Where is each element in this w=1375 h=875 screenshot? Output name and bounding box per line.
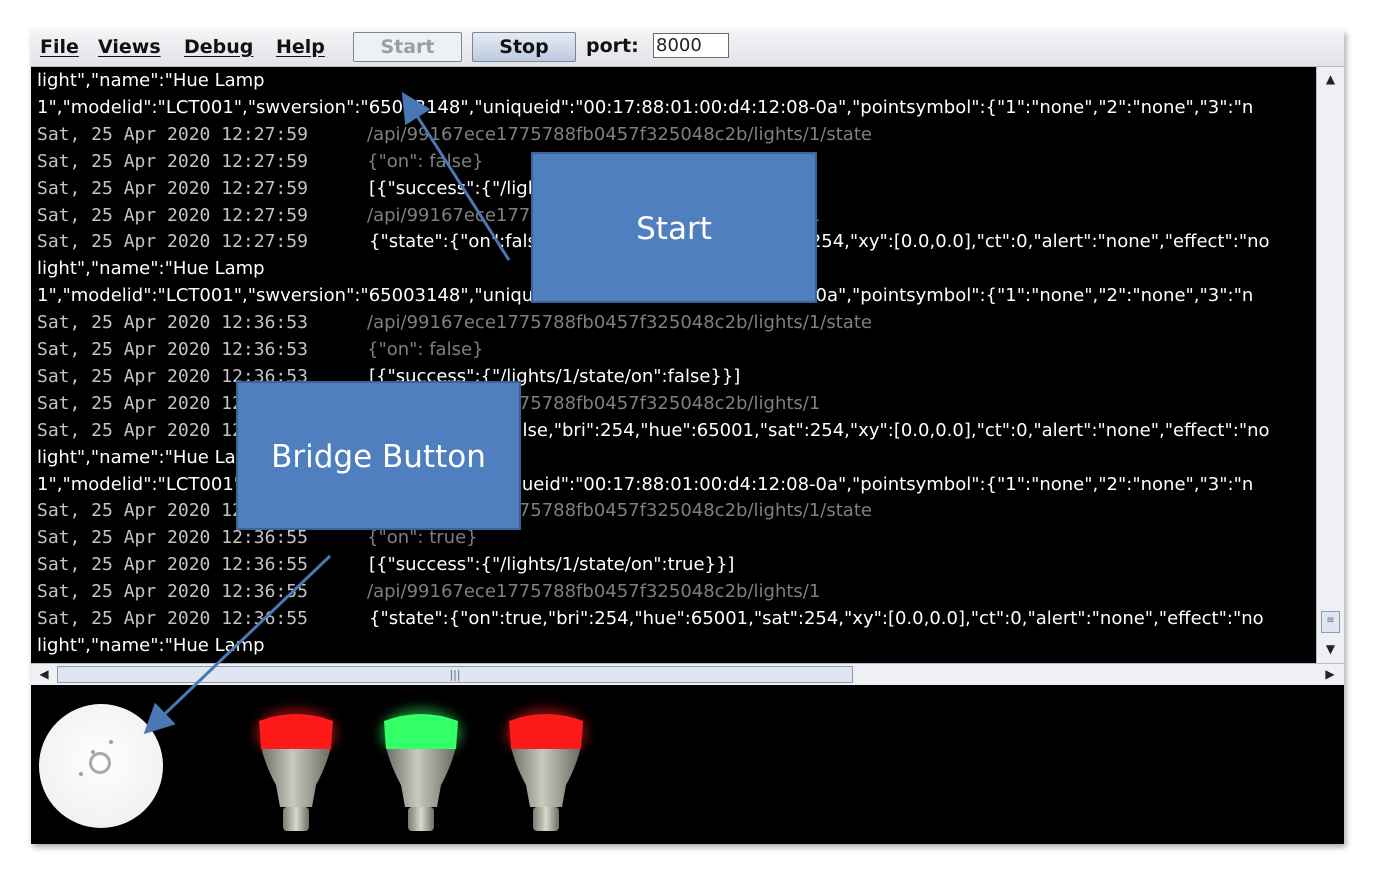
log-line: Sat, 25 Apr 2020 12:36:53 {"state":{"on":… <box>37 419 1316 443</box>
log-line: Sat, 25 Apr 2020 12:36:55 {"on": true} <box>37 526 1316 550</box>
bulb-top <box>509 714 583 749</box>
log-timestamp: Sat, 25 Apr 2020 12:27:59 <box>37 150 308 172</box>
log-text: light","name":"Hue Lamp <box>37 70 265 91</box>
log-line: Sat, 25 Apr 2020 12:36:55 [{"success":{"/… <box>37 553 1316 577</box>
log-line: Sat, 25 Apr 2020 12:36:53/api/99167ece17… <box>37 311 1316 335</box>
log-line: Sat, 25 Apr 2020 12:36:53/api/99167ece17… <box>37 392 1316 416</box>
horizontal-scrollbar[interactable]: ◀ ||| ▶ <box>31 663 1344 685</box>
device-scene <box>31 685 1344 844</box>
log-text: 1","modelid":"LCT001","swversion":"65003… <box>37 96 1254 118</box>
log-timestamp: Sat, 25 Apr 2020 12:36:53 <box>37 312 308 334</box>
bulbs-layer <box>256 709 586 831</box>
log-request: {"on": false} <box>367 339 484 360</box>
log-text: light","name":"Hue Lamp <box>37 258 265 280</box>
log-line: Sat, 25 Apr 2020 12:36:53 [{"success":{"/… <box>37 365 1316 389</box>
scroll-right-icon[interactable]: ▶ <box>1320 665 1340 684</box>
log-line: Sat, 25 Apr 2020 12:36:55/api/99167ece17… <box>37 499 1316 523</box>
hue-bulb <box>256 709 336 831</box>
bridge-callout: Bridge Button <box>236 381 521 530</box>
log-request: /api/99167ece1775788fb0457f325048c2b/lig… <box>367 123 872 145</box>
log-text: 1","modelid":"LCT001","swversion":"65003… <box>37 473 1254 495</box>
menu-file[interactable]: File <box>40 36 79 58</box>
log-text: light","name":"Hue Lamp <box>37 634 265 656</box>
log-line: light","name":"Hue Lamp <box>37 446 1316 470</box>
bulb-body <box>511 747 581 807</box>
log-timestamp: Sat, 25 Apr 2020 12:27:59 <box>37 177 308 199</box>
log-request: /api/99167ece1775788fb0457f325048c2b/lig… <box>367 581 821 603</box>
log-timestamp: Sat, 25 Apr 2020 12:36:55 <box>37 554 308 576</box>
horizontal-scroll-thumb[interactable]: ||| <box>57 666 853 683</box>
log-line: Sat, 25 Apr 2020 12:27:59/api/99167ece17… <box>37 123 1316 147</box>
bulb-base <box>408 807 434 831</box>
log-timestamp: Sat, 25 Apr 2020 12:27:59 <box>37 123 308 145</box>
log-timestamp: Sat, 25 Apr 2020 12:36:53 <box>37 339 308 360</box>
port-input[interactable] <box>653 33 729 58</box>
log-text: light","name":"Hue Lamp <box>37 446 265 468</box>
vertical-scroll-thumb[interactable]: ≡ <box>1321 611 1340 633</box>
log-line: light","name":"Hue Lamp <box>37 634 1316 658</box>
scroll-up-icon[interactable]: ▲ <box>1321 70 1340 89</box>
start-button[interactable]: Start <box>353 32 462 62</box>
log-timestamp: Sat, 25 Apr 2020 12:27:59 <box>37 204 308 226</box>
bulb-base <box>283 807 309 831</box>
log-request: /api/99167ece1775788fb0457f325048c2b/lig… <box>367 312 872 334</box>
bulb-base <box>533 807 559 831</box>
log-line: Sat, 25 Apr 2020 12:36:55/api/99167ece17… <box>37 580 1316 604</box>
log-timestamp: Sat, 25 Apr 2020 12:36:55 <box>37 581 308 603</box>
log-response: {"state":{"on":true,"bri":254,"hue":6500… <box>369 608 1264 629</box>
vertical-scrollbar[interactable]: ▲ ≡ ▼ <box>1316 67 1344 663</box>
stop-button[interactable]: Stop <box>472 32 576 62</box>
start-callout: Start <box>531 152 817 303</box>
bulb-top <box>384 714 458 749</box>
scroll-left-icon[interactable]: ◀ <box>34 665 54 684</box>
menu-help[interactable]: Help <box>276 36 325 58</box>
log-line: 1","modelid":"LCT001","swversion":"65003… <box>37 473 1316 497</box>
hue-bulb <box>506 709 586 831</box>
log-request: {"on": false} <box>367 150 484 172</box>
hue-bulb <box>381 709 461 831</box>
log-timestamp: Sat, 25 Apr 2020 12:36:55 <box>37 608 308 629</box>
bulb-body <box>386 747 456 807</box>
port-label: port: <box>586 35 639 57</box>
log-line: Sat, 25 Apr 2020 12:36:55 {"state":{"on":… <box>37 607 1316 631</box>
scroll-down-icon[interactable]: ▼ <box>1321 640 1340 659</box>
log-line: 1","modelid":"LCT001","swversion":"65003… <box>37 96 1316 120</box>
bulb-body <box>261 747 331 807</box>
log-line: light","name":"Hue Lamp <box>37 69 1316 93</box>
log-response: [{"success":{"/lights/1/state/on":true}}… <box>369 554 735 576</box>
bulb-top <box>259 714 333 749</box>
menu-views[interactable]: Views <box>98 36 161 58</box>
log-timestamp: Sat, 25 Apr 2020 12:27:59 <box>37 231 308 253</box>
menubar: File Views Debug Help Start Stop port: <box>31 30 1344 67</box>
log-line: Sat, 25 Apr 2020 12:36:53 {"on": false} <box>37 338 1316 362</box>
menu-debug[interactable]: Debug <box>184 36 253 58</box>
log-response: {"state":{"on":false,"bri":254,"hue":650… <box>369 231 1270 253</box>
